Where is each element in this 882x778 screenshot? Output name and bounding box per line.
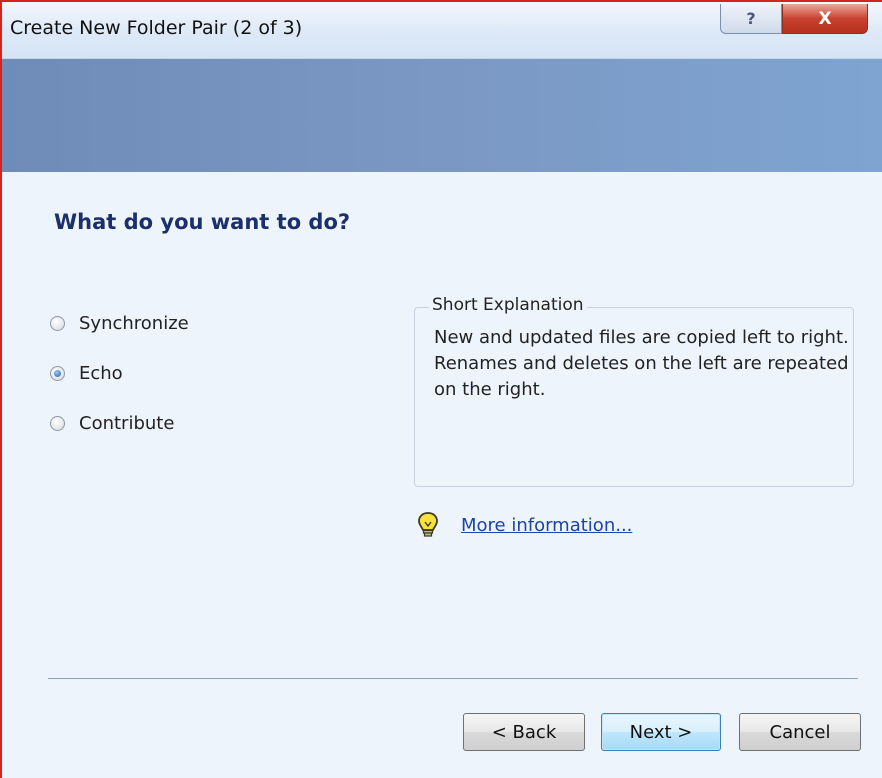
contribute-radio[interactable] — [50, 415, 65, 431]
more-info-row: More information... — [417, 512, 632, 538]
help-button[interactable]: ? — [720, 4, 782, 34]
window-title: Create New Folder Pair (2 of 3) — [10, 17, 303, 39]
explanation-label: Short Explanation — [429, 295, 587, 315]
title-bar[interactable]: Create New Folder Pair (2 of 3) ? X — [2, 2, 882, 59]
explanation-groupbox: Short Explanation New and updated files … — [414, 295, 854, 487]
wizard-window: Create New Folder Pair (2 of 3) ? X What… — [0, 0, 882, 778]
synchronize-radio[interactable] — [50, 315, 65, 331]
next-button[interactable]: Next > — [601, 713, 721, 751]
page-heading: What do you want to do? — [54, 210, 351, 234]
option-echo[interactable]: Echo — [50, 348, 189, 398]
action-options: Synchronize Echo Contribute — [50, 298, 189, 448]
close-icon: X — [818, 8, 832, 29]
option-synchronize[interactable]: Synchronize — [50, 298, 189, 348]
option-label: Synchronize — [79, 312, 189, 334]
more-information-link[interactable]: More information... — [461, 515, 632, 536]
title-buttons: ? X — [720, 4, 868, 34]
help-icon: ? — [746, 9, 756, 28]
lightbulb-icon — [418, 512, 438, 537]
header-banner — [2, 59, 882, 172]
back-button[interactable]: < Back — [463, 713, 585, 751]
option-contribute[interactable]: Contribute — [50, 398, 189, 448]
close-button[interactable]: X — [782, 4, 868, 34]
echo-radio[interactable] — [50, 365, 65, 381]
option-label: Contribute — [79, 412, 175, 434]
explanation-text: New and updated files are copied left to… — [434, 327, 849, 400]
cancel-button[interactable]: Cancel — [739, 713, 861, 751]
option-label: Echo — [79, 362, 123, 384]
footer-separator — [48, 678, 858, 679]
